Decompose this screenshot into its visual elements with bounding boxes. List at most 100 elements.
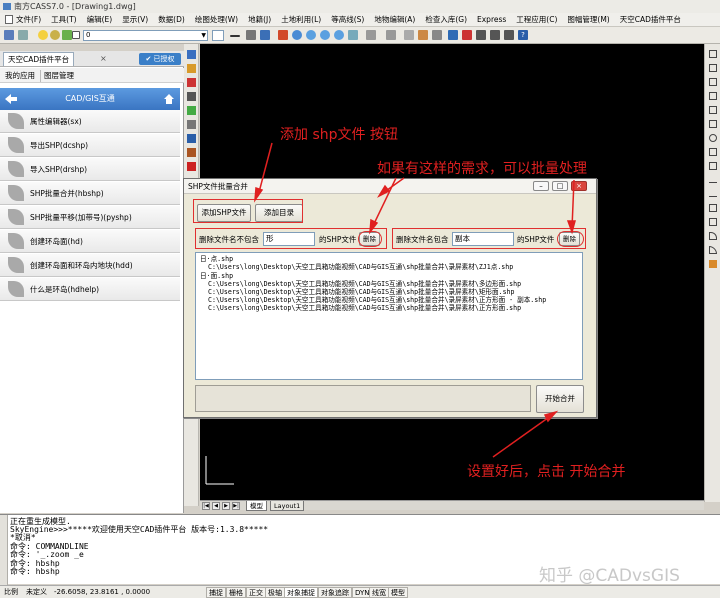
plugin-item-merge-shp[interactable]: SHP批量合并(hbshp) (0, 182, 180, 205)
menu-view[interactable]: 显示(V) (117, 13, 153, 27)
join-icon[interactable] (709, 218, 717, 226)
minimize-icon[interactable]: – (533, 181, 549, 191)
menu-engineering[interactable]: 工程应用(C) (511, 13, 562, 27)
lock-icon[interactable] (62, 30, 72, 40)
menu-contour[interactable]: 等高线(S) (326, 13, 369, 27)
start-merge-button[interactable]: 开始合并 (536, 385, 584, 413)
sun-icon[interactable] (50, 30, 60, 40)
color-swatch-icon[interactable] (72, 31, 80, 39)
move-icon[interactable] (709, 120, 717, 128)
tool-icon[interactable] (187, 50, 196, 59)
regen-icon[interactable] (348, 30, 358, 40)
menu-file[interactable]: 文件(F) (2, 13, 46, 27)
menu-check[interactable]: 检查入库(G) (420, 13, 472, 27)
snap-toggle[interactable]: 捕捉 (206, 587, 226, 598)
close-icon[interactable]: × (100, 54, 107, 63)
menu-express[interactable]: Express (472, 13, 511, 27)
zoom-window-icon[interactable] (320, 30, 330, 40)
menu-sheet[interactable]: 图幅管理(M) (562, 13, 614, 27)
redo-icon[interactable] (386, 30, 396, 40)
lineweight-toggle[interactable]: 线宽 (369, 587, 389, 598)
undo-icon[interactable] (366, 30, 376, 40)
tab-layer-management[interactable]: 图层管理 (40, 70, 77, 82)
scale-icon[interactable] (709, 148, 717, 156)
plugin-item-attribute-editor[interactable]: 属性编辑器(sx) (0, 110, 180, 133)
tree-file[interactable]: C:\Users\long\Desktop\天空工具箱功能视频\CAD与GIS互… (208, 263, 513, 271)
trim-icon[interactable] (490, 30, 500, 40)
tab-layout1[interactable]: Layout1 (270, 501, 305, 511)
back-arrow-icon[interactable] (4, 93, 18, 105)
copy-icon[interactable] (709, 64, 717, 72)
tree-file[interactable]: C:\Users\long\Desktop\天空工具箱功能视频\CAD与GIS互… (208, 280, 521, 288)
trim-icon[interactable] (709, 182, 717, 183)
move-icon[interactable] (476, 30, 486, 40)
tool-icon[interactable] (187, 148, 196, 157)
pencil-icon[interactable] (278, 30, 288, 40)
menu-data[interactable]: 数据(D) (153, 13, 190, 27)
tab-my-apps[interactable]: 我的应用 (2, 70, 38, 82)
next-tab-icon[interactable]: ▶ (222, 502, 230, 510)
lightbulb-icon[interactable] (38, 30, 48, 40)
shp-file-tree[interactable]: 日·点.shp C:\Users\long\Desktop\天空工具箱功能视频\… (195, 252, 583, 380)
pan-icon[interactable] (292, 30, 302, 40)
tree-file[interactable]: C:\Users\long\Desktop\天空工具箱功能视频\CAD与GIS互… (208, 296, 546, 304)
ortho-toggle[interactable]: 正交 (246, 587, 266, 598)
menu-tools[interactable]: 工具(T) (46, 13, 81, 27)
tree-file[interactable]: C:\Users\long\Desktop\天空工具箱功能视频\CAD与GIS互… (208, 304, 521, 312)
menu-draw[interactable]: 绘图处理(W) (190, 13, 243, 27)
plugin-item-create-ring-parcels[interactable]: 创建环岛面和环岛内地块(hdd) (0, 254, 180, 277)
fillet-icon[interactable] (709, 246, 717, 254)
prev-tab-icon[interactable]: ◀ (212, 502, 220, 510)
erase-icon[interactable] (709, 50, 717, 58)
otrack-toggle[interactable]: 对象追踪 (318, 587, 352, 598)
tree-node-point[interactable]: 日·点.shp (200, 255, 233, 263)
plugin-item-import-shp[interactable]: 导入SHP(drshp) (0, 158, 180, 181)
extend-icon[interactable] (709, 196, 717, 197)
maximize-icon[interactable]: □ (552, 181, 568, 191)
stretch-icon[interactable] (709, 162, 717, 170)
menu-landuse[interactable]: 土地利用(L) (276, 13, 326, 27)
layer-state-icon[interactable] (18, 30, 28, 40)
print-icon[interactable] (246, 30, 256, 40)
extend-icon[interactable] (504, 30, 514, 40)
tool-icon[interactable] (187, 120, 196, 129)
edit-icon[interactable] (448, 30, 458, 40)
polar-toggle[interactable]: 极轴 (265, 587, 285, 598)
home-icon[interactable] (163, 93, 175, 105)
tool-icon[interactable] (187, 134, 196, 143)
last-tab-icon[interactable]: ▶| (232, 502, 240, 510)
tool-icon[interactable] (187, 162, 196, 171)
match-properties-icon[interactable] (404, 30, 414, 40)
explode-icon[interactable] (709, 260, 717, 268)
array-icon[interactable] (709, 106, 717, 114)
linetype-select[interactable] (212, 30, 224, 41)
menu-feature-edit[interactable]: 地物编辑(A) (369, 13, 420, 27)
mirror-icon[interactable] (709, 78, 717, 86)
rotate-icon[interactable] (709, 134, 717, 142)
tool-icon[interactable] (187, 106, 196, 115)
first-tab-icon[interactable]: |◀ (202, 502, 210, 510)
chamfer-icon[interactable] (709, 232, 717, 240)
layer-select[interactable]: 0 ▼ (83, 30, 208, 41)
break-icon[interactable] (709, 204, 717, 212)
plugin-item-create-ring[interactable]: 创建环岛面(hd) (0, 230, 180, 253)
close-icon[interactable]: × (571, 181, 587, 191)
tab-model[interactable]: 模型 (246, 501, 267, 511)
help-icon[interactable]: ? (518, 30, 528, 40)
grid-toggle[interactable]: 栅格 (226, 587, 246, 598)
menu-plugin-platform[interactable]: 天空CAD插件平台 (615, 13, 686, 27)
tool-icon[interactable] (187, 64, 196, 73)
plugin-item-shift-shp[interactable]: SHP批量平移(加带号)(pyshp) (0, 206, 180, 229)
command-line-area[interactable]: 正在重生成模型. SkyEngine>>>*****欢迎使用天空CAD插件平台 … (0, 514, 720, 586)
model-toggle[interactable]: 模型 (388, 587, 408, 598)
zoom-realtime-icon[interactable] (306, 30, 316, 40)
tree-file[interactable]: C:\Users\long\Desktop\天空工具箱功能视频\CAD与GIS互… (208, 288, 514, 296)
tree-node-polygon[interactable]: 日·面.shp (200, 272, 233, 280)
tool-icon[interactable] (187, 92, 196, 101)
panel-title[interactable]: 天空CAD插件平台 (3, 52, 75, 66)
menu-edit[interactable]: 编辑(E) (82, 13, 118, 27)
plugin-item-ring-help[interactable]: 什么是环岛(hdhelp) (0, 278, 180, 301)
properties-icon[interactable] (432, 30, 442, 40)
menu-cadastre[interactable]: 地籍(J) (243, 13, 276, 27)
plugin-item-export-shp[interactable]: 导出SHP(dcshp) (0, 134, 180, 157)
